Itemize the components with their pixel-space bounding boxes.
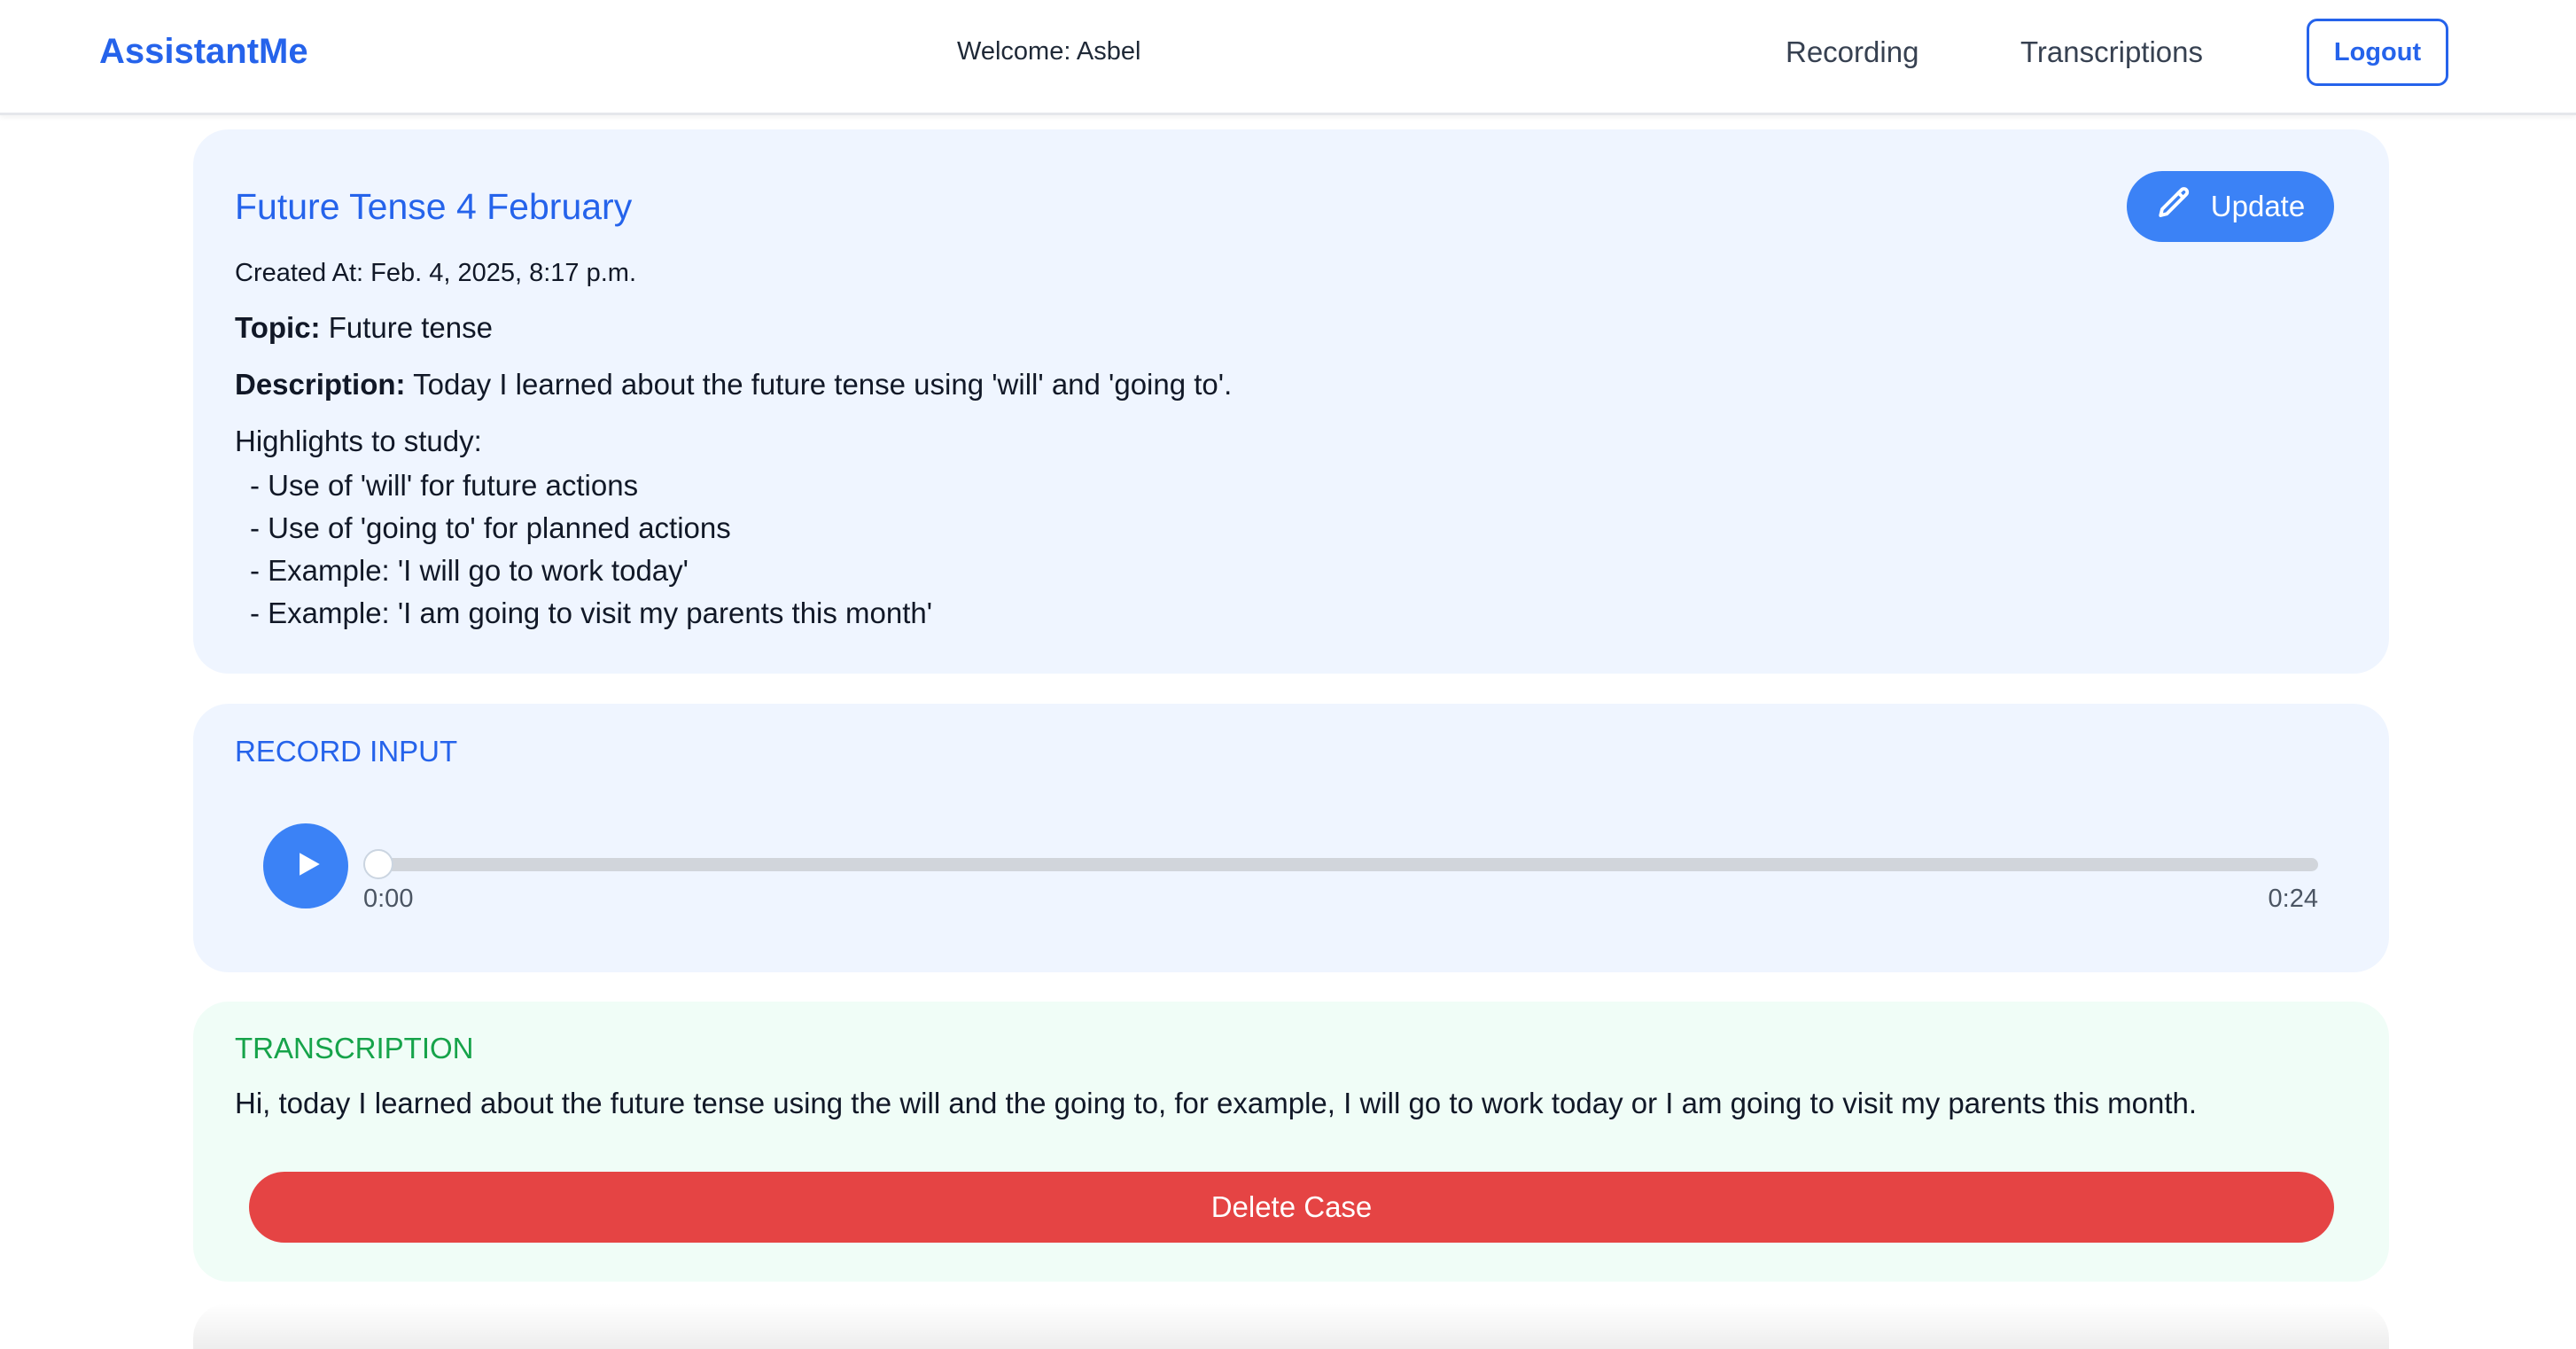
topic-value: Future tense xyxy=(328,311,493,344)
total-time: 0:24 xyxy=(2268,885,2318,913)
nav-link-transcriptions[interactable]: Transcriptions xyxy=(2020,34,2203,71)
delete-case-button[interactable]: Delete Case xyxy=(249,1172,2334,1243)
top-navbar: AssistantMe Welcome: Asbel Recording Tra… xyxy=(0,0,2576,115)
topic-label: Topic: xyxy=(235,311,321,344)
highlights-heading: Highlights to study: xyxy=(235,425,482,457)
highlight-item: - Example: 'I am going to visit my paren… xyxy=(250,597,933,629)
record-input-card: RECORD INPUT 0:00 0:24 xyxy=(193,704,2389,972)
topic-field: Topic: Future tense xyxy=(235,309,493,347)
highlight-item: - Example: 'I will go to work today' xyxy=(250,554,689,587)
description-field: Description: Today I learned about the f… xyxy=(235,366,1232,403)
created-at: Created At: Feb. 4, 2025, 8:17 p.m. xyxy=(235,259,636,287)
pencil-icon xyxy=(2156,184,2193,229)
highlights-list: - Use of 'will' for future actions - Use… xyxy=(250,464,932,635)
welcome-text: Welcome: Asbel xyxy=(957,37,1141,66)
transcription-text: Hi, today I learned about the future ten… xyxy=(235,1087,2198,1119)
next-card-shadow xyxy=(193,1303,2389,1349)
logout-button[interactable]: Logout xyxy=(2307,19,2448,86)
transcription-heading: TRANSCRIPTION xyxy=(235,1032,474,1064)
highlight-item: - Use of 'will' for future actions xyxy=(250,469,639,502)
nav-link-recording[interactable]: Recording xyxy=(1786,34,1918,71)
update-button[interactable]: Update xyxy=(2127,171,2334,242)
play-button[interactable] xyxy=(263,823,348,908)
description-label: Description: xyxy=(235,368,406,401)
brand-logo[interactable]: AssistantMe xyxy=(99,30,308,73)
case-title: Future Tense 4 February xyxy=(235,186,633,227)
update-button-label: Update xyxy=(2210,190,2306,222)
play-icon xyxy=(288,849,323,884)
audio-seek-thumb[interactable] xyxy=(363,849,393,879)
highlight-item: - Use of 'going to' for planned actions xyxy=(250,511,731,544)
record-input-heading: RECORD INPUT xyxy=(235,735,458,768)
case-detail-card: Future Tense 4 February Update Created A… xyxy=(193,129,2389,674)
audio-progress-track[interactable] xyxy=(363,858,2318,871)
current-time: 0:00 xyxy=(363,885,414,913)
transcription-card: TRANSCRIPTION Hi, today I learned about … xyxy=(193,1002,2389,1282)
description-value: Today I learned about the future tense u… xyxy=(413,368,1233,401)
